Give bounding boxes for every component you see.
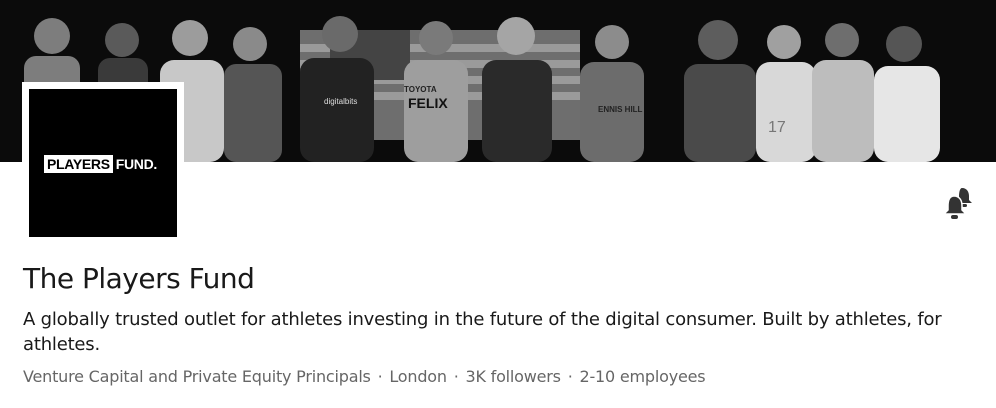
separator: · <box>567 367 573 386</box>
company-tagline: A globally trusted outlet for athletes i… <box>23 309 942 355</box>
bib-text: ENNIS HILL <box>598 105 643 114</box>
separator: · <box>377 367 383 386</box>
company-name: The Players Fund <box>23 262 255 295</box>
industry-text: Venture Capital and Private Equity Princ… <box>23 367 371 386</box>
logo-text-fund: FUND. <box>115 156 158 172</box>
location-text: London <box>389 367 447 386</box>
logo-wordmark: PLAYERS FUND. <box>44 155 157 173</box>
separator: · <box>453 367 459 386</box>
employees-link[interactable]: 2-10 employees <box>579 367 705 386</box>
shirt-sponsor-text: digitalbits <box>324 97 357 106</box>
bell-add-icon[interactable] <box>942 186 974 220</box>
logo-text-players: PLAYERS <box>44 155 113 173</box>
followers-link[interactable]: 3K followers <box>466 367 562 386</box>
logo-background: PLAYERS FUND. <box>29 89 177 237</box>
company-meta: Venture Capital and Private Equity Princ… <box>23 367 706 386</box>
jersey-name-text: FELIX <box>408 95 448 111</box>
shirt-number-text: 17 <box>768 119 786 136</box>
jersey-sponsor-text: TOYOTA <box>404 85 437 94</box>
company-logo: PLAYERS FUND. <box>22 82 184 244</box>
